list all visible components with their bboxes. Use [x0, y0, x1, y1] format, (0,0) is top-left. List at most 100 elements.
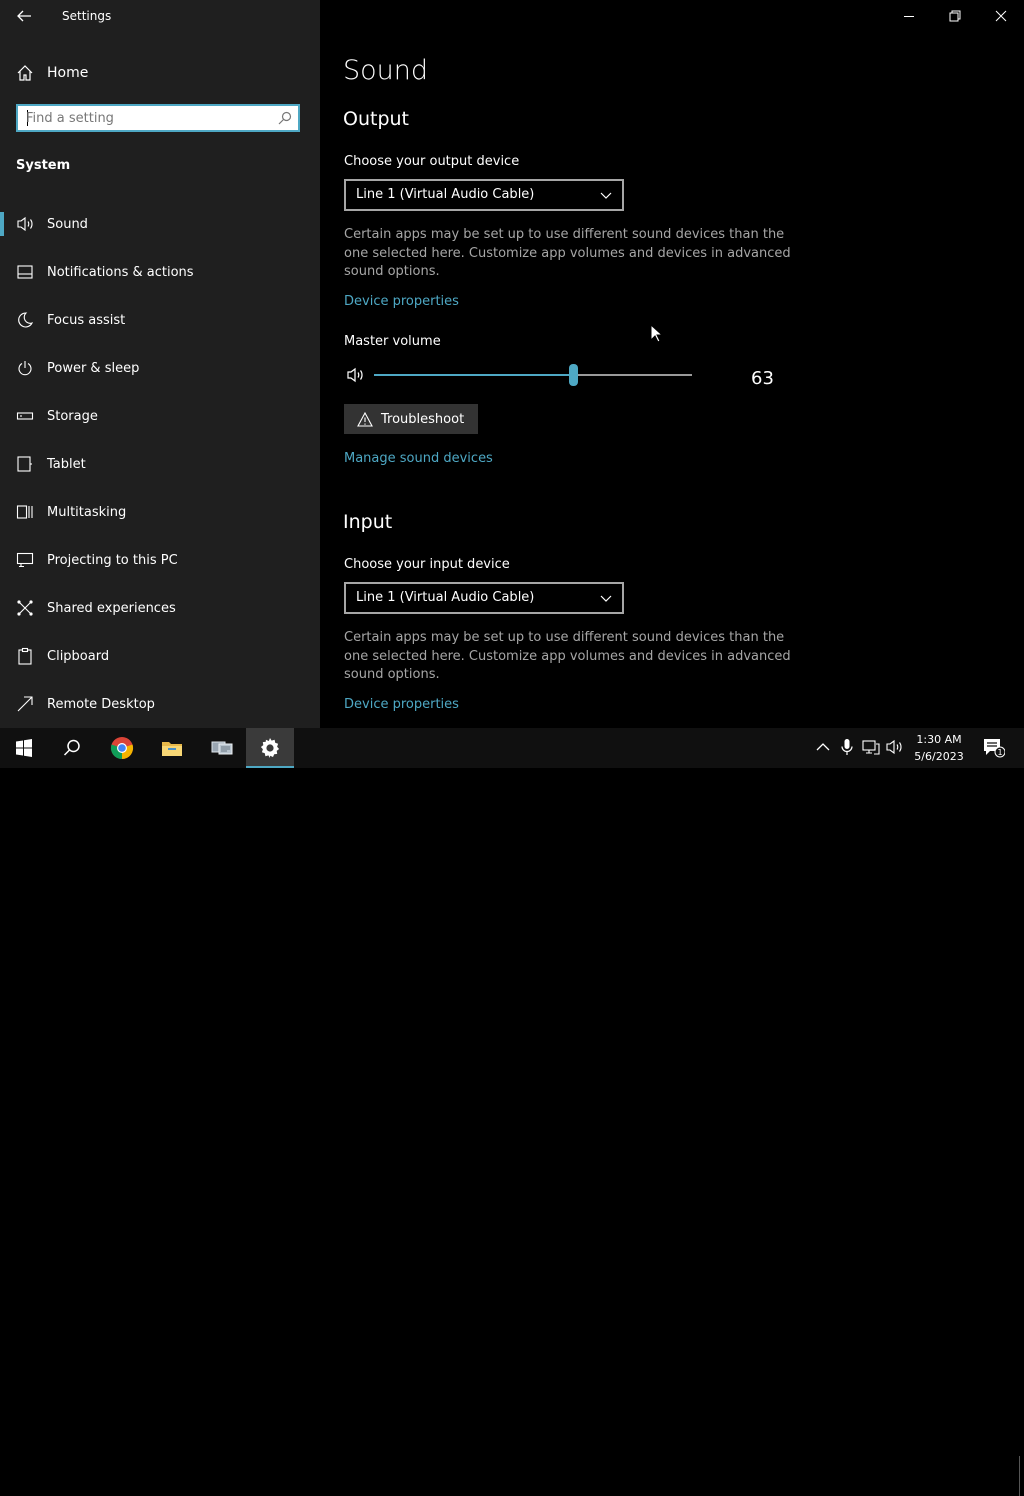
- sidebar-item-multitasking[interactable]: Multitasking: [16, 501, 126, 523]
- volume-slider-track[interactable]: [574, 374, 692, 376]
- sidebar-item-focus-assist[interactable]: Focus assist: [16, 309, 125, 331]
- output-device-value: Line 1 (Virtual Audio Cable): [356, 187, 535, 202]
- output-device-properties-link[interactable]: Device properties: [344, 294, 459, 309]
- sidebar-item-sound[interactable]: Sound: [16, 213, 88, 235]
- volume-icon[interactable]: [885, 738, 903, 756]
- taskbar-settings[interactable]: [246, 728, 294, 768]
- search-icon[interactable]: [278, 111, 292, 125]
- tablet-icon: [17, 456, 32, 472]
- output-heading: Output: [343, 108, 409, 130]
- notification-count: 1: [997, 748, 1002, 757]
- volume-slider-fill[interactable]: [374, 374, 574, 376]
- main-content: [320, 0, 1024, 728]
- sidebar-item-notifications[interactable]: Notifications & actions: [16, 261, 194, 283]
- sidebar-item-label: Multitasking: [47, 504, 127, 520]
- output-device-label: Choose your output device: [344, 154, 520, 169]
- search-box[interactable]: [16, 104, 300, 132]
- manage-sound-devices-link[interactable]: Manage sound devices: [344, 451, 493, 466]
- back-arrow-icon[interactable]: [14, 6, 34, 26]
- restore-button[interactable]: [932, 0, 978, 32]
- window-title: Settings: [62, 9, 112, 23]
- file-explorer-icon: [162, 742, 182, 756]
- home-label: Home: [47, 65, 89, 81]
- start-button[interactable]: [0, 728, 48, 768]
- warning-icon: [357, 411, 373, 427]
- home-icon: [17, 65, 33, 81]
- shared-icon: [17, 600, 33, 616]
- projecting-icon: [16, 552, 34, 568]
- network-app-icon: [211, 741, 233, 755]
- notification-icon: [17, 265, 33, 279]
- sidebar-item-label: Focus assist: [47, 312, 126, 328]
- sidebar-item-label: Sound: [47, 216, 88, 232]
- section-title-system: System: [16, 158, 71, 173]
- search-input[interactable]: [26, 109, 266, 127]
- page-title: Sound: [343, 55, 429, 86]
- sidebar-item-projecting[interactable]: Projecting to this PC: [16, 549, 178, 571]
- input-description: Certain apps may be set up to use differ…: [344, 630, 791, 682]
- mouse-cursor-icon: [650, 324, 664, 343]
- clock-date: 5/6/2023: [914, 750, 964, 763]
- storage-icon: [16, 412, 34, 420]
- minimize-button[interactable]: [886, 0, 932, 32]
- sidebar-item-remote-desktop[interactable]: Remote Desktop: [16, 693, 155, 715]
- clock-time: 1:30 AM: [916, 733, 962, 746]
- remote-desktop-icon: [17, 696, 33, 712]
- sidebar-item-storage[interactable]: Storage: [16, 405, 98, 427]
- speaker-icon: [17, 216, 33, 232]
- sidebar-item-power-sleep[interactable]: Power & sleep: [16, 357, 139, 379]
- sidebar-item-label: Projecting to this PC: [47, 552, 178, 568]
- windows-start-icon: [16, 739, 32, 757]
- chevron-up-icon[interactable]: [814, 738, 832, 756]
- chevron-down-icon: [600, 595, 612, 602]
- taskbar-file-explorer[interactable]: [148, 728, 196, 768]
- sidebar-item-clipboard[interactable]: Clipboard: [16, 645, 109, 667]
- settings-gear-icon: [260, 738, 280, 758]
- sidebar-item-label: Storage: [47, 408, 98, 424]
- sidebar-item-label: Clipboard: [47, 648, 110, 664]
- multitasking-icon: [16, 505, 33, 519]
- sidebar-item-label: Tablet: [47, 456, 86, 472]
- show-desktop-button[interactable]: [1019, 1456, 1020, 1496]
- clipboard-icon: [18, 647, 32, 665]
- input-device-dropdown[interactable]: Line 1 (Virtual Audio Cable): [344, 582, 624, 614]
- selection-indicator: [0, 212, 4, 236]
- network-icon[interactable]: [862, 738, 880, 756]
- sidebar-item-tablet[interactable]: Tablet: [16, 453, 86, 475]
- moon-icon: [18, 312, 34, 328]
- close-icon: [995, 10, 1007, 22]
- microphone-icon[interactable]: [838, 738, 856, 756]
- taskbar-clock[interactable]: 1:30 AM 5/6/2023: [905, 731, 973, 765]
- minimize-icon: [904, 16, 914, 17]
- sidebar: Settings Home System Sound Notifications…: [0, 0, 320, 728]
- power-icon: [18, 361, 32, 376]
- sidebar-item-label: Remote Desktop: [47, 696, 155, 712]
- taskbar-search-button[interactable]: [48, 728, 96, 768]
- close-button[interactable]: [978, 0, 1024, 32]
- sidebar-item-shared-experiences[interactable]: Shared experiences: [16, 597, 176, 619]
- troubleshoot-button[interactable]: Troubleshoot: [344, 404, 478, 434]
- search-icon: [63, 739, 80, 756]
- input-device-label: Choose your input device: [344, 557, 510, 572]
- input-device-properties-link[interactable]: Device properties: [344, 697, 459, 712]
- sidebar-item-label: Power & sleep: [47, 360, 140, 376]
- speaker-icon[interactable]: [346, 366, 366, 384]
- chevron-down-icon: [600, 192, 612, 199]
- output-description: Certain apps may be set up to use differ…: [344, 227, 791, 279]
- taskbar-network-app[interactable]: [198, 728, 246, 768]
- input-device-value: Line 1 (Virtual Audio Cable): [356, 590, 535, 605]
- home-nav[interactable]: Home: [16, 62, 88, 84]
- taskbar: 1: [0, 728, 1024, 1496]
- chrome-icon: [110, 737, 134, 760]
- restore-icon: [949, 10, 961, 22]
- input-heading: Input: [343, 511, 393, 533]
- volume-slider-thumb[interactable]: [569, 364, 578, 386]
- master-volume-value: 63: [751, 368, 774, 389]
- action-center-icon[interactable]: 1: [983, 738, 1005, 758]
- master-volume-label: Master volume: [344, 334, 441, 349]
- output-device-dropdown[interactable]: Line 1 (Virtual Audio Cable): [344, 179, 624, 211]
- sidebar-item-label: Notifications & actions: [47, 264, 194, 280]
- troubleshoot-label: Troubleshoot: [381, 411, 465, 427]
- taskbar-chrome[interactable]: [98, 728, 146, 768]
- sidebar-item-label: Shared experiences: [47, 600, 176, 616]
